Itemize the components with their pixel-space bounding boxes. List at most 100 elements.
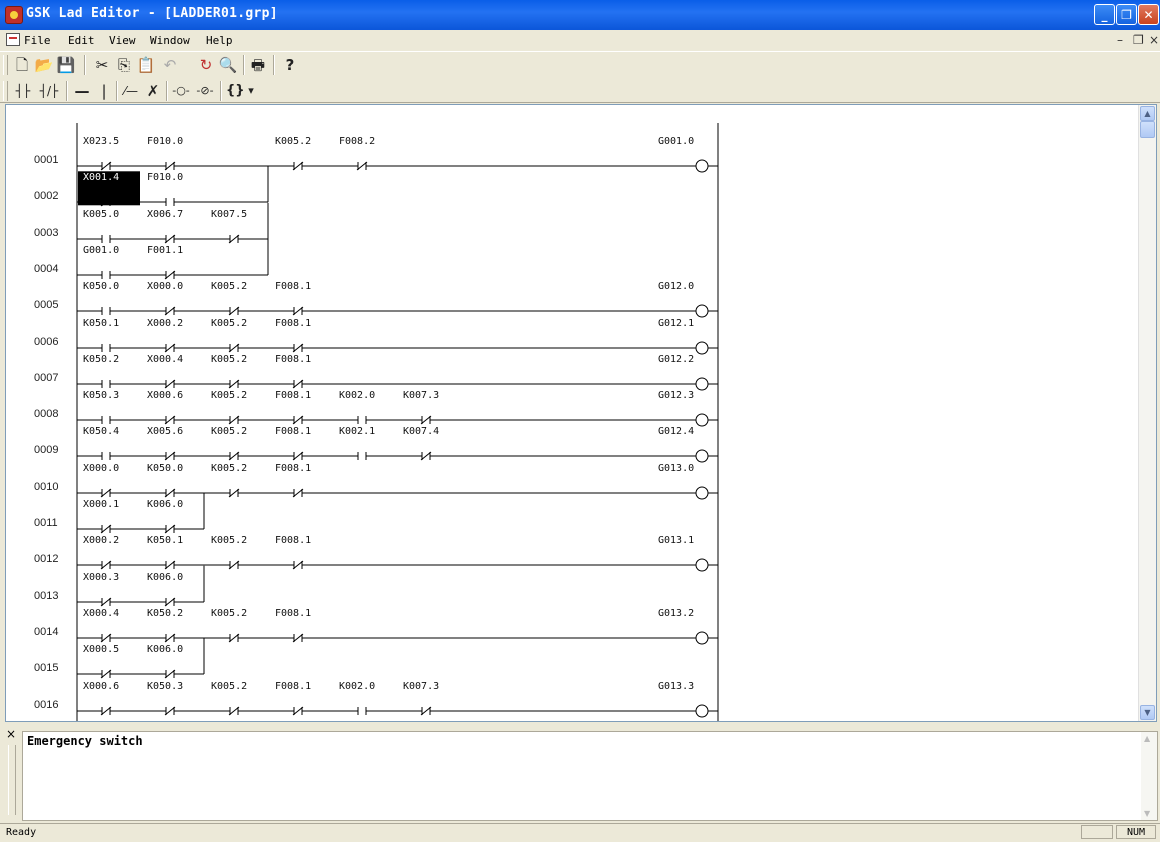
dropdown-icon[interactable]: ▾ <box>245 81 257 101</box>
close-button[interactable]: ✕ <box>1138 4 1159 25</box>
contact-label: K005.2 <box>211 535 248 547</box>
ladder-rung[interactable]: 0005 K050.0 X000.0 K005.2 F008.1 G012.0 <box>6 279 1136 315</box>
mdi-minimize-icon[interactable]: – <box>1117 33 1123 47</box>
contact-label: K050.2 <box>147 607 184 619</box>
panel-close-icon[interactable]: × <box>6 727 16 741</box>
toolbar-separator <box>243 55 245 75</box>
output-scrollbar[interactable]: ▲ ▼ <box>1141 732 1157 820</box>
nc-coil-icon[interactable]: -⊘- <box>194 81 216 101</box>
rung-number: 0015 <box>34 662 59 675</box>
draw-line-icon[interactable]: ⁄— <box>120 81 142 101</box>
contact-label: K005.2 <box>211 353 248 365</box>
contact-label: K005.2 <box>211 317 248 329</box>
undo-icon[interactable]: ↶ <box>160 55 180 75</box>
delete-line-icon[interactable]: ✗ <box>144 81 162 101</box>
ladder-editor[interactable]: 0001 X023.5 F010.0 K005.2 F008.2 G001.0 0002 X0… <box>5 104 1157 722</box>
contact-label: X000.5 <box>83 644 120 656</box>
cut-icon[interactable]: ✂ <box>92 55 112 75</box>
maximize-button[interactable]: ❐ <box>1116 4 1137 25</box>
toolbar-grip[interactable] <box>3 55 8 75</box>
paste-icon[interactable]: 📋 <box>136 55 156 75</box>
ladder-rung[interactable]: 0014 X000.4 K050.2 K005.2 F008.1 G013.2 <box>6 606 1136 642</box>
print-icon[interactable]: 🖶 <box>248 55 268 75</box>
menu-edit[interactable]: Edit <box>68 34 95 47</box>
contact-label: K005.2 <box>211 390 248 402</box>
ladder-rung[interactable]: 0013 X000.3 K006.0 <box>6 570 1136 606</box>
save-icon[interactable]: 💾 <box>56 55 76 75</box>
nc-contact-icon[interactable]: ┤/├ <box>36 81 62 101</box>
status-pane <box>1081 825 1113 839</box>
contact-label: F010.0 <box>147 136 184 147</box>
menu-window[interactable]: Window <box>150 34 190 47</box>
comment-textbox[interactable]: Emergency switch ▲ ▼ <box>22 731 1158 821</box>
coil-label: G013.1 <box>658 535 695 547</box>
horizontal-line-icon[interactable]: — <box>70 81 94 101</box>
refresh-icon[interactable]: ↻ <box>196 55 216 75</box>
menu-view[interactable]: View <box>109 34 136 47</box>
ladder-rung[interactable]: 0016 X000.6 K050.3 K005.2 F008.1 K002.0 K007.3… <box>6 679 1136 715</box>
panel-grip[interactable] <box>8 745 16 815</box>
rung-number: 0011 <box>34 517 58 529</box>
menu-file[interactable]: File <box>24 34 51 47</box>
ladder-rung[interactable]: 0015 X000.5 K006.0 <box>6 642 1136 678</box>
contact-label: X000.4 <box>83 607 120 619</box>
rung-number: 0007 <box>34 371 59 384</box>
contact-label: K005.2 <box>211 281 248 293</box>
vertical-line-icon[interactable]: | <box>96 81 112 101</box>
rung-number: 0016 <box>34 698 59 711</box>
ladder-rung[interactable]: 0011 X000.1 K006.0 <box>6 497 1136 533</box>
ladder-rung[interactable]: 0007 K050.2 X000.4 K005.2 F008.1 G012.2 <box>6 352 1136 388</box>
contact-label: K050.4 <box>83 426 120 438</box>
contact-label: F001.1 <box>147 244 184 256</box>
contact-label: X005.6 <box>147 426 184 438</box>
ladder-rung[interactable]: 0010 X000.0 K050.0 K005.2 F008.1 G013.0 <box>6 461 1136 497</box>
rung-number: 0009 <box>34 444 59 457</box>
toolbar-separator <box>273 55 275 75</box>
no-contact-icon[interactable]: ┤├ <box>12 81 34 101</box>
vertical-scrollbar[interactable]: ▲ ▼ <box>1138 105 1156 721</box>
function-icon[interactable]: {} <box>226 81 245 101</box>
ladder-rung[interactable]: 0002 X001.4 F010.0 <box>6 170 1136 206</box>
mdi-restore-icon[interactable]: ❐ <box>1133 33 1144 47</box>
ladder-rung[interactable]: 0012 X000.2 K050.1 K005.2 F008.1 G013.1 <box>6 533 1136 569</box>
rung-number: 0012 <box>34 553 59 566</box>
scroll-down-icon[interactable]: ▼ <box>1140 705 1155 720</box>
contact-label: G001.0 <box>83 244 120 256</box>
scroll-down-icon[interactable]: ▼ <box>1144 809 1150 818</box>
ladder-rung[interactable]: 0003 K005.0 X006.7 K007.5 <box>6 207 1136 243</box>
find-icon[interactable]: 🔍 <box>218 55 238 75</box>
rung-number: 0002 <box>34 190 59 203</box>
mdi-close-icon[interactable]: × <box>1149 33 1159 47</box>
coil-icon[interactable]: -○- <box>170 81 192 101</box>
scroll-up-icon[interactable]: ▲ <box>1140 106 1155 121</box>
minimize-button[interactable]: _ <box>1094 4 1115 25</box>
contact-label: K005.2 <box>211 462 248 474</box>
contact-label: F008.1 <box>275 535 312 547</box>
rung-number: 0003 <box>34 226 59 239</box>
toolbar-separator <box>220 81 222 101</box>
contact-label: X000.3 <box>83 571 120 583</box>
help-icon[interactable]: ? <box>280 55 300 75</box>
contact-label: K007.4 <box>403 426 440 438</box>
ladder-rung[interactable]: 0008 K050.3 X000.6 K005.2 F008.1 K002.0 K007.3… <box>6 388 1136 424</box>
new-icon[interactable]: 🗋 <box>12 55 32 75</box>
contact-label: F008.1 <box>275 281 312 293</box>
coil-label: G012.3 <box>658 390 695 402</box>
ladder-rung[interactable]: 0006 K050.1 X000.2 K005.2 F008.1 G012.1 <box>6 316 1136 352</box>
document-icon[interactable] <box>6 33 20 46</box>
menu-help[interactable]: Help <box>206 34 233 47</box>
open-icon[interactable]: 📂 <box>34 55 54 75</box>
scroll-up-icon[interactable]: ▲ <box>1144 734 1150 743</box>
rung-number: 0001 <box>34 154 59 166</box>
contact-label: X000.2 <box>83 535 120 547</box>
contact-label: K005.2 <box>211 680 248 692</box>
ladder-rung[interactable]: 0001 X023.5 F010.0 K005.2 F008.2 G001.0 <box>6 134 1136 170</box>
app-icon[interactable] <box>5 6 23 24</box>
ladder-rung[interactable]: 0004 G001.0 F001.1 <box>6 243 1136 279</box>
toolbar-grip[interactable] <box>3 81 8 101</box>
scroll-thumb[interactable] <box>1140 121 1155 138</box>
ladder-rung[interactable]: 0009 K050.4 X005.6 K005.2 F008.1 K002.1 K007.4… <box>6 424 1136 460</box>
status-text: Ready <box>6 827 37 838</box>
contact-label: X006.7 <box>147 208 184 220</box>
copy-icon[interactable]: ⎘ <box>114 55 134 75</box>
